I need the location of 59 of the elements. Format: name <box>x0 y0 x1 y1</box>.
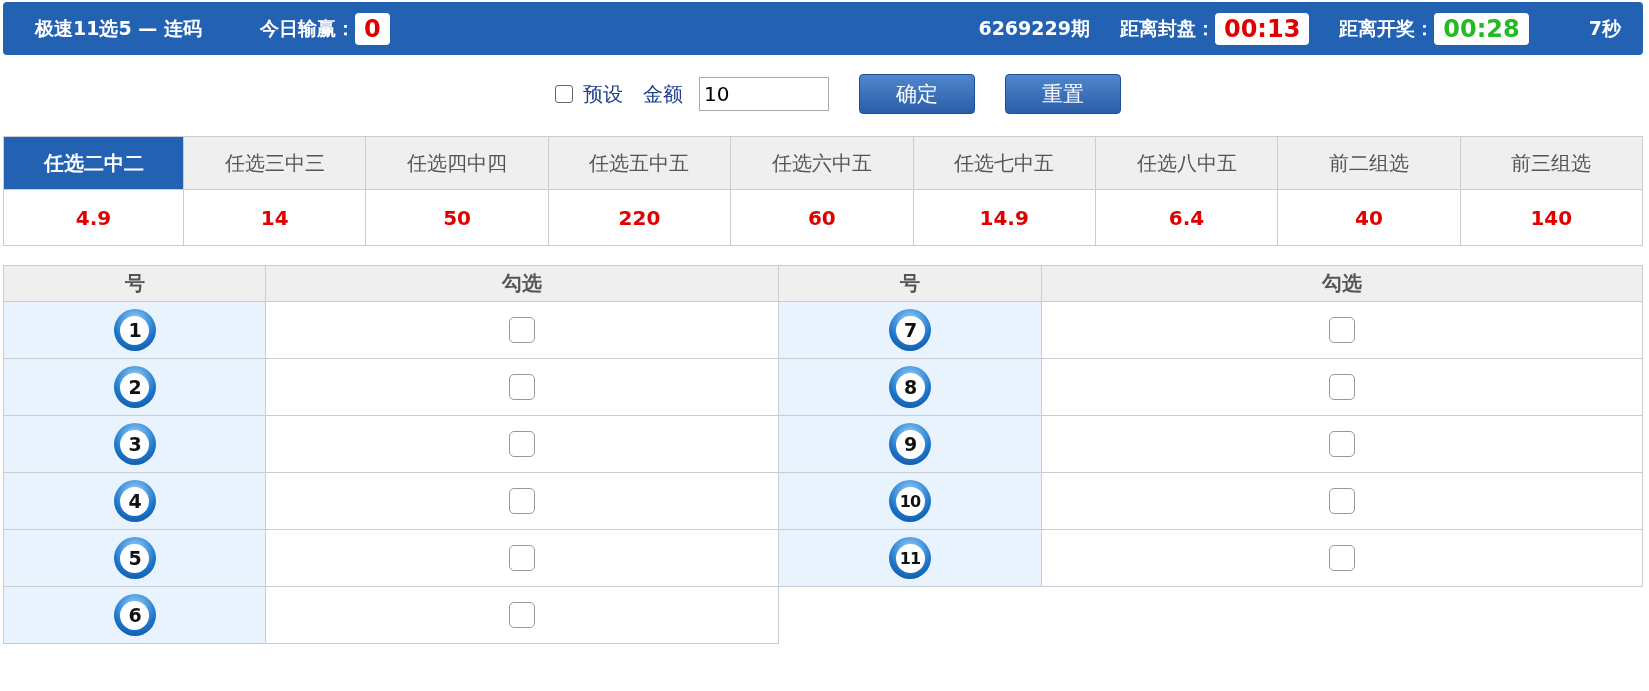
play-type-tab[interactable]: 任选五中五 <box>548 137 732 190</box>
number-ball: 3 <box>113 423 156 465</box>
draw-label: 距离开奖： <box>1339 15 1435 41</box>
checkbox[interactable] <box>509 545 535 571</box>
odds-cell: 6.4 <box>1095 190 1279 246</box>
play-type-tab[interactable]: 前三组选 <box>1460 137 1643 190</box>
play-type-tab[interactable]: 任选四中四 <box>366 137 549 190</box>
column-header: 号 <box>4 266 266 302</box>
odds-cell: 220 <box>548 190 732 246</box>
refresh-timer: 7秒 <box>1588 15 1621 41</box>
play-type-tab[interactable]: 任选七中五 <box>913 137 1096 190</box>
play-type-tab[interactable]: 任选八中五 <box>1095 137 1279 190</box>
checkbox[interactable] <box>509 374 535 400</box>
column-header: 勾选 <box>1042 266 1643 302</box>
checkbox[interactable] <box>1329 317 1355 343</box>
odds-cell: 4.9 <box>4 190 184 246</box>
odds-cell: 50 <box>366 190 549 246</box>
number-ball: 11 <box>889 537 931 579</box>
checkbox[interactable] <box>1329 374 1355 400</box>
checkbox[interactable] <box>1329 545 1355 571</box>
checkbox[interactable] <box>1329 488 1355 514</box>
number-ball: 10 <box>889 480 931 522</box>
confirm-button[interactable]: 确定 <box>859 74 975 114</box>
profit-value: 0 <box>354 12 390 45</box>
odds-cell: 40 <box>1278 190 1461 246</box>
odds-cell: 60 <box>731 190 914 246</box>
checkbox[interactable] <box>509 488 535 514</box>
checkbox[interactable] <box>1329 431 1355 457</box>
checkbox[interactable] <box>509 602 535 628</box>
number-ball: 8 <box>889 366 931 408</box>
preset-label: 预设 <box>583 80 623 108</box>
reset-button[interactable]: 重置 <box>1005 74 1121 114</box>
profit-label: 今日输赢： <box>259 15 355 41</box>
amount-field[interactable]: 10 <box>699 77 829 111</box>
play-type-tab[interactable]: 任选三中三 <box>184 137 367 190</box>
close-label: 距离封盘： <box>1119 15 1215 41</box>
column-header: 勾选 <box>266 266 779 302</box>
number-ball: 6 <box>113 594 156 636</box>
odds-cell: 140 <box>1460 190 1643 246</box>
play-type-tab[interactable]: 前二组选 <box>1278 137 1461 190</box>
column-header: 号 <box>779 266 1042 302</box>
number-ball: 2 <box>113 366 156 408</box>
number-ball: 4 <box>113 480 156 522</box>
number-ball: 1 <box>113 309 156 351</box>
amount-label: 金额 <box>643 80 683 108</box>
game-title: 极速11选5 — 连码 <box>35 15 202 41</box>
checkbox[interactable] <box>509 317 535 343</box>
period-number: 6269229期 <box>978 15 1090 41</box>
close-countdown: 00:13 <box>1214 12 1310 45</box>
play-type-tab[interactable]: 任选六中五 <box>731 137 914 190</box>
checkbox[interactable] <box>509 431 535 457</box>
number-ball: 9 <box>889 423 931 465</box>
odds-cell: 14.9 <box>913 190 1096 246</box>
draw-countdown: 00:28 <box>1434 12 1529 45</box>
preset-checkbox[interactable] <box>555 85 573 103</box>
play-type-tab[interactable]: 任选二中二 <box>4 137 184 190</box>
number-ball: 7 <box>889 309 931 351</box>
number-ball: 5 <box>113 537 156 579</box>
odds-cell: 14 <box>184 190 367 246</box>
